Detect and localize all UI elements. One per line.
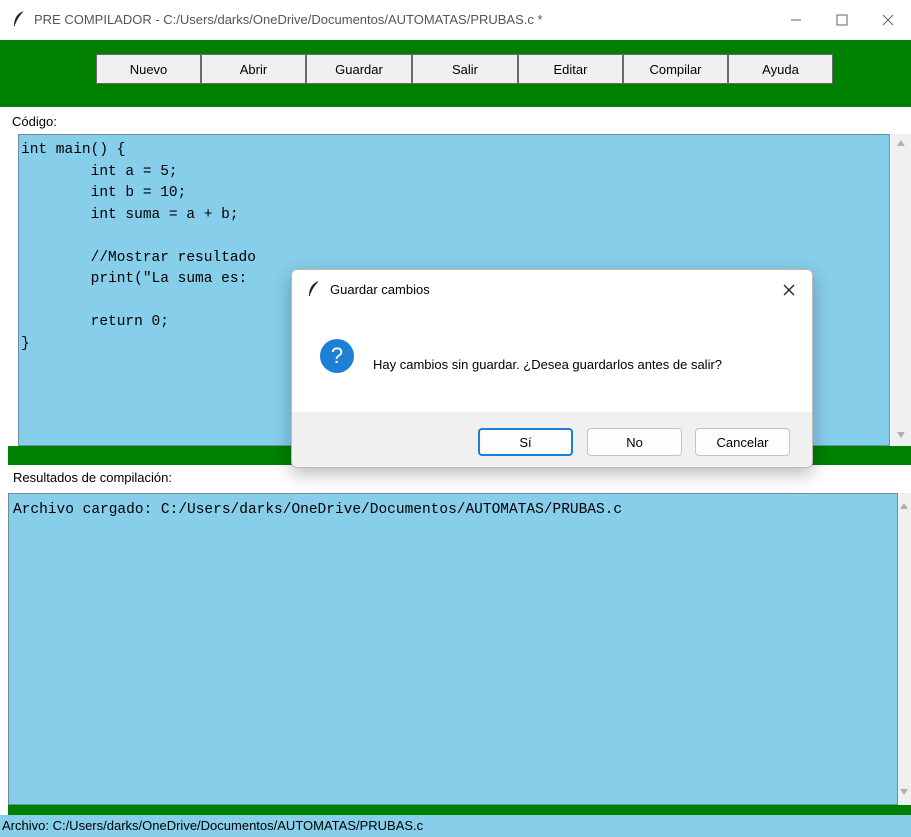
editar-button[interactable]: Editar [518, 54, 623, 84]
dialog-title: Guardar cambios [330, 282, 430, 297]
question-icon: ? [320, 339, 354, 373]
toolbar: Nuevo Abrir Guardar Salir Editar Compila… [0, 40, 911, 107]
minimize-button[interactable] [773, 0, 819, 40]
scroll-down-icon [897, 432, 905, 438]
save-changes-dialog: Guardar cambios ? Hay cambios sin guarda… [291, 269, 813, 468]
title-bar: PRE COMPILADOR - C:/Users/darks/OneDrive… [0, 0, 911, 40]
results-scroll-down-icon [900, 789, 908, 795]
dialog-message: Hay cambios sin guardar. ¿Desea guardarl… [373, 357, 723, 372]
results-label: Resultados de compilación: [8, 466, 911, 490]
maximize-button[interactable] [819, 0, 865, 40]
results-text: Archivo cargado: C:/Users/darks/OneDrive… [13, 502, 623, 518]
minimize-icon [791, 19, 801, 21]
compilar-button[interactable]: Compilar [623, 54, 728, 84]
results-scroll-up-icon [900, 503, 908, 509]
no-button[interactable]: No [587, 428, 682, 456]
ayuda-button[interactable]: Ayuda [728, 54, 833, 84]
cancel-button[interactable]: Cancelar [695, 428, 790, 456]
code-label: Código: [8, 110, 911, 134]
dialog-footer: Sí No Cancelar [292, 412, 812, 467]
results-scrollbar[interactable] [898, 493, 911, 805]
close-window-button[interactable] [865, 0, 911, 40]
results-output[interactable]: Archivo cargado: C:/Users/darks/OneDrive… [8, 493, 898, 805]
nuevo-button[interactable]: Nuevo [96, 54, 201, 84]
feather-icon [14, 10, 25, 26]
code-scrollbar[interactable] [891, 134, 911, 446]
status-bar: Archivo: C:/Users/darks/OneDrive/Documen… [0, 815, 911, 837]
salir-button[interactable]: Salir [412, 54, 518, 84]
window-title: PRE COMPILADOR - C:/Users/darks/OneDrive… [34, 12, 543, 27]
maximize-icon [836, 14, 848, 26]
yes-button[interactable]: Sí [478, 428, 573, 456]
feather-icon [309, 280, 320, 296]
close-icon [783, 284, 795, 296]
dialog-close-button[interactable] [774, 275, 804, 305]
guardar-button[interactable]: Guardar [306, 54, 412, 84]
abrir-button[interactable]: Abrir [201, 54, 306, 84]
bottom-divider [8, 805, 911, 815]
close-icon [882, 14, 894, 26]
left-margin [0, 107, 8, 815]
scroll-up-icon [897, 140, 905, 146]
